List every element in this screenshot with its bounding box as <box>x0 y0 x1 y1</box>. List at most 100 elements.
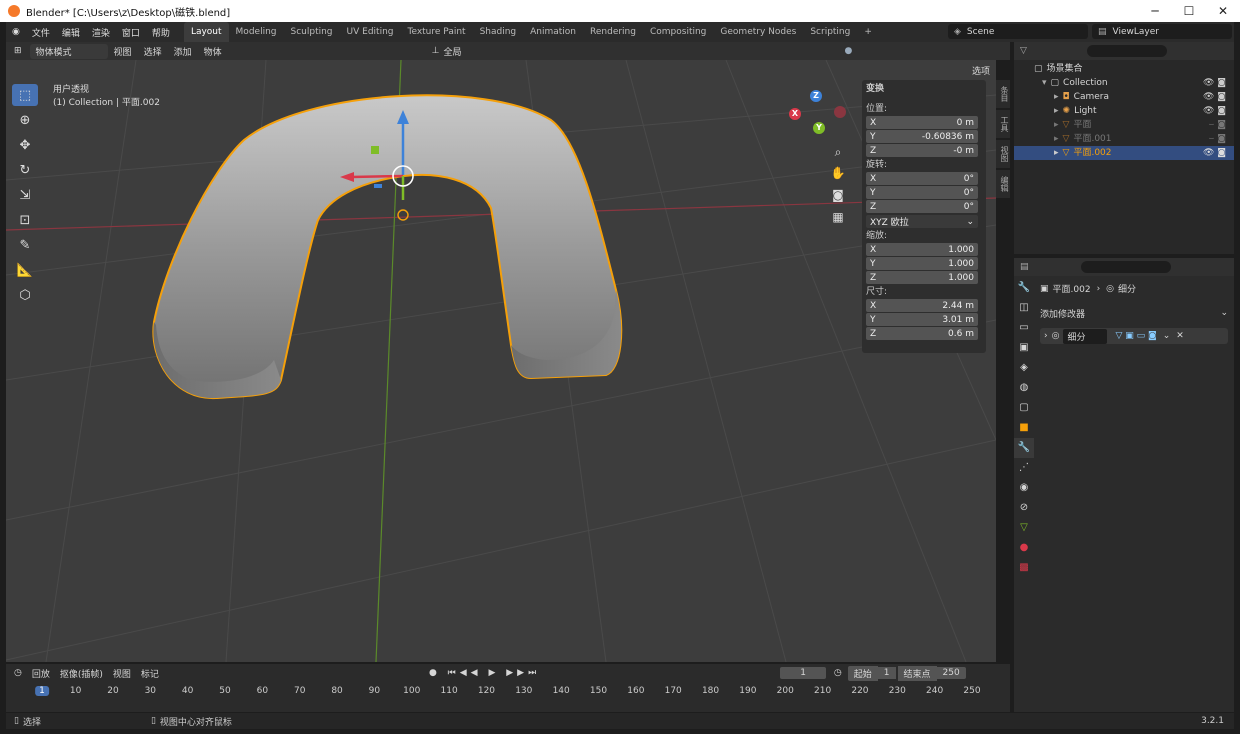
menu-render[interactable]: 渲染 <box>86 26 116 39</box>
expand-icon[interactable]: › <box>1044 331 1048 341</box>
location-z-field[interactable]: Z -0 m <box>866 144 978 157</box>
tab-tool[interactable]: 工具 <box>996 110 1010 138</box>
pan-hand-icon[interactable]: ✋ <box>830 166 846 182</box>
scale-y-field[interactable]: Y 1.000 <box>866 257 978 270</box>
tab-view[interactable]: 视图 <box>996 140 1010 168</box>
tab-uv-editing[interactable]: UV Editing <box>340 22 401 42</box>
hidden-icon[interactable]: ⌣ ◙ <box>1208 132 1226 146</box>
tab-rendering[interactable]: Rendering <box>583 22 643 42</box>
physics-tab-icon[interactable]: ◉ <box>1014 478 1034 498</box>
start-frame-field[interactable]: 1 <box>877 667 896 679</box>
minimize-button[interactable]: ─ <box>1138 0 1172 22</box>
constraints-tab-icon[interactable]: ⊘ <box>1014 498 1034 518</box>
tab-texture-paint[interactable]: Texture Paint <box>400 22 472 42</box>
gizmo-y-label[interactable]: Y <box>813 122 825 134</box>
scale-x-field[interactable]: X 1.000 <box>866 243 978 256</box>
rotation-y-field[interactable]: Y 0° <box>866 186 978 199</box>
menu-file[interactable]: 文件 <box>26 26 56 39</box>
outliner-scene-collection[interactable]: ▢ 场景集合 <box>1014 62 1234 76</box>
expand-icon[interactable]: ▸ <box>1054 90 1059 104</box>
menu-view[interactable]: 视图 <box>108 45 138 58</box>
expand-icon[interactable]: ▸ <box>1054 146 1059 160</box>
menu-object[interactable]: 物体 <box>198 45 228 58</box>
add-modifier-dropdown[interactable]: 添加修改器 ⌄ <box>1040 306 1228 320</box>
gizmo-neg-x[interactable] <box>834 106 846 118</box>
expand-icon[interactable]: ▸ <box>1054 104 1059 118</box>
camera-view-icon[interactable]: ◙ <box>830 188 846 204</box>
outliner-item-plane-002[interactable]: ▸ ▽ 平面.002 👁 ◙ <box>1014 146 1234 160</box>
data-tab-icon[interactable]: ▽ <box>1014 518 1034 538</box>
view-layer-selector[interactable]: ▤ ViewLayer <box>1092 24 1232 39</box>
view-layer-tab-icon[interactable]: ▣ <box>1014 338 1034 358</box>
menu-playback[interactable]: 回放 <box>32 667 50 680</box>
visibility-icon[interactable]: 👁 ◙ <box>1203 90 1226 104</box>
close-button[interactable]: ✕ <box>1206 0 1240 22</box>
scale-tool-icon[interactable]: ⇲ <box>12 184 38 206</box>
outliner-item-collection[interactable]: ▾ ▢ Collection 👁 ◙ <box>1014 76 1234 90</box>
modifier-panel-subdivision[interactable]: › ◎ 细分 ▽ ▣ ▭ ◙ ⌄ ✕ <box>1040 328 1228 344</box>
remove-modifier-icon[interactable]: ✕ <box>1176 331 1184 341</box>
rotation-x-field[interactable]: X 0° <box>866 172 978 185</box>
magnet-mesh[interactable] <box>152 94 623 400</box>
expand-icon[interactable]: ▸ <box>1054 118 1059 132</box>
scale-z-field[interactable]: Z 1.000 <box>866 271 978 284</box>
tab-compositing[interactable]: Compositing <box>643 22 713 42</box>
menu-select[interactable]: 选择 <box>138 45 168 58</box>
orientation-selector[interactable]: 全局 <box>443 45 461 58</box>
mode-selector[interactable]: 物体模式 <box>29 43 108 59</box>
expand-icon[interactable]: ▸ <box>1054 132 1059 146</box>
tab-item[interactable]: 条目 <box>996 80 1010 108</box>
playback-controls[interactable]: ● ⏮◀◀ ▶ ▶▶⏭ <box>429 668 540 678</box>
menu-help[interactable]: 帮助 <box>146 26 176 39</box>
outliner-filter-icon[interactable]: ▽ <box>1020 46 1027 56</box>
editor-type-icon[interactable]: ▤ <box>1020 262 1029 272</box>
modifier-toggle-icons[interactable]: ▽ ▣ ▭ ◙ <box>1115 331 1156 341</box>
shading-solid-icon[interactable]: ● <box>841 46 855 56</box>
rotate-tool-icon[interactable]: ↻ <box>12 159 38 181</box>
zoom-icon[interactable]: ⌕ <box>830 145 846 161</box>
maximize-button[interactable]: ☐ <box>1172 0 1206 22</box>
outliner-search-input[interactable] <box>1086 45 1167 57</box>
tab-sculpting[interactable]: Sculpting <box>284 22 340 42</box>
menu-add[interactable]: 添加 <box>168 45 198 58</box>
world-tab-icon[interactable]: ◍ <box>1014 378 1034 398</box>
outliner-item-camera[interactable]: ▸ ◘ Camera 👁 ◙ <box>1014 90 1234 104</box>
collection-tab-icon[interactable]: ▢ <box>1014 398 1034 418</box>
gizmo-x-label[interactable]: X <box>789 108 801 120</box>
tab-edit[interactable]: 编辑 <box>996 170 1010 198</box>
cursor-tool-icon[interactable]: ⊕ <box>12 109 38 131</box>
visibility-icon[interactable]: 👁 ◙ <box>1203 104 1226 118</box>
particles-tab-icon[interactable]: ⋰ <box>1014 458 1034 478</box>
rotation-z-field[interactable]: Z 0° <box>866 200 978 213</box>
measure-tool-icon[interactable]: 📐 <box>12 259 38 281</box>
menu-window[interactable]: 窗口 <box>116 26 146 39</box>
hidden-icon[interactable]: ⌣ ◙ <box>1208 118 1226 132</box>
orientation-icon[interactable]: ⊥ <box>428 46 444 56</box>
menu-keying[interactable]: 抠像(插帧) <box>60 667 103 680</box>
tab-scripting[interactable]: Scripting <box>803 22 857 42</box>
location-x-field[interactable]: X 0 m <box>866 116 978 129</box>
modifier-menu-icon[interactable]: ⌄ <box>1163 331 1171 341</box>
material-tab-icon[interactable]: ● <box>1014 538 1034 558</box>
menu-timeline-view[interactable]: 视图 <box>113 667 131 680</box>
rotation-mode-dropdown[interactable]: XYZ 欧拉 ⌄ <box>866 215 978 228</box>
current-frame-field[interactable]: 1 <box>780 667 826 679</box>
outliner-item-plane[interactable]: ▸ ▽ 平面 ⌣ ◙ <box>1014 118 1234 132</box>
gizmo-z-label[interactable]: Z <box>810 90 822 102</box>
timeline-ruler[interactable]: 1 10 20 30 40 50 60 70 80 90 100 110 120 130 140 150 160… <box>35 684 996 700</box>
gizmo-x-arrow[interactable] <box>350 174 404 179</box>
select-box-tool-icon[interactable]: ⬚ <box>12 84 38 106</box>
navigation-gizmo[interactable]: Z Y X <box>786 86 850 146</box>
tab-geometry-nodes[interactable]: Geometry Nodes <box>713 22 803 42</box>
properties-search-input[interactable] <box>1080 261 1171 273</box>
add-workspace-button[interactable]: + <box>857 22 879 42</box>
render-tab-icon[interactable]: ◫ <box>1014 298 1034 318</box>
visibility-icon[interactable]: 👁 ◙ <box>1203 76 1226 90</box>
gizmo-xy-plane[interactable] <box>374 184 382 188</box>
outliner-item-light[interactable]: ▸ ✺ Light 👁 ◙ <box>1014 104 1234 118</box>
object-tab-icon[interactable]: ■ <box>1014 418 1034 438</box>
menu-edit[interactable]: 编辑 <box>56 26 86 39</box>
3d-viewport[interactable] <box>6 60 996 662</box>
outliner-item-plane-001[interactable]: ▸ ▽ 平面.001 ⌣ ◙ <box>1014 132 1234 146</box>
expand-icon[interactable]: ▾ <box>1042 76 1047 90</box>
